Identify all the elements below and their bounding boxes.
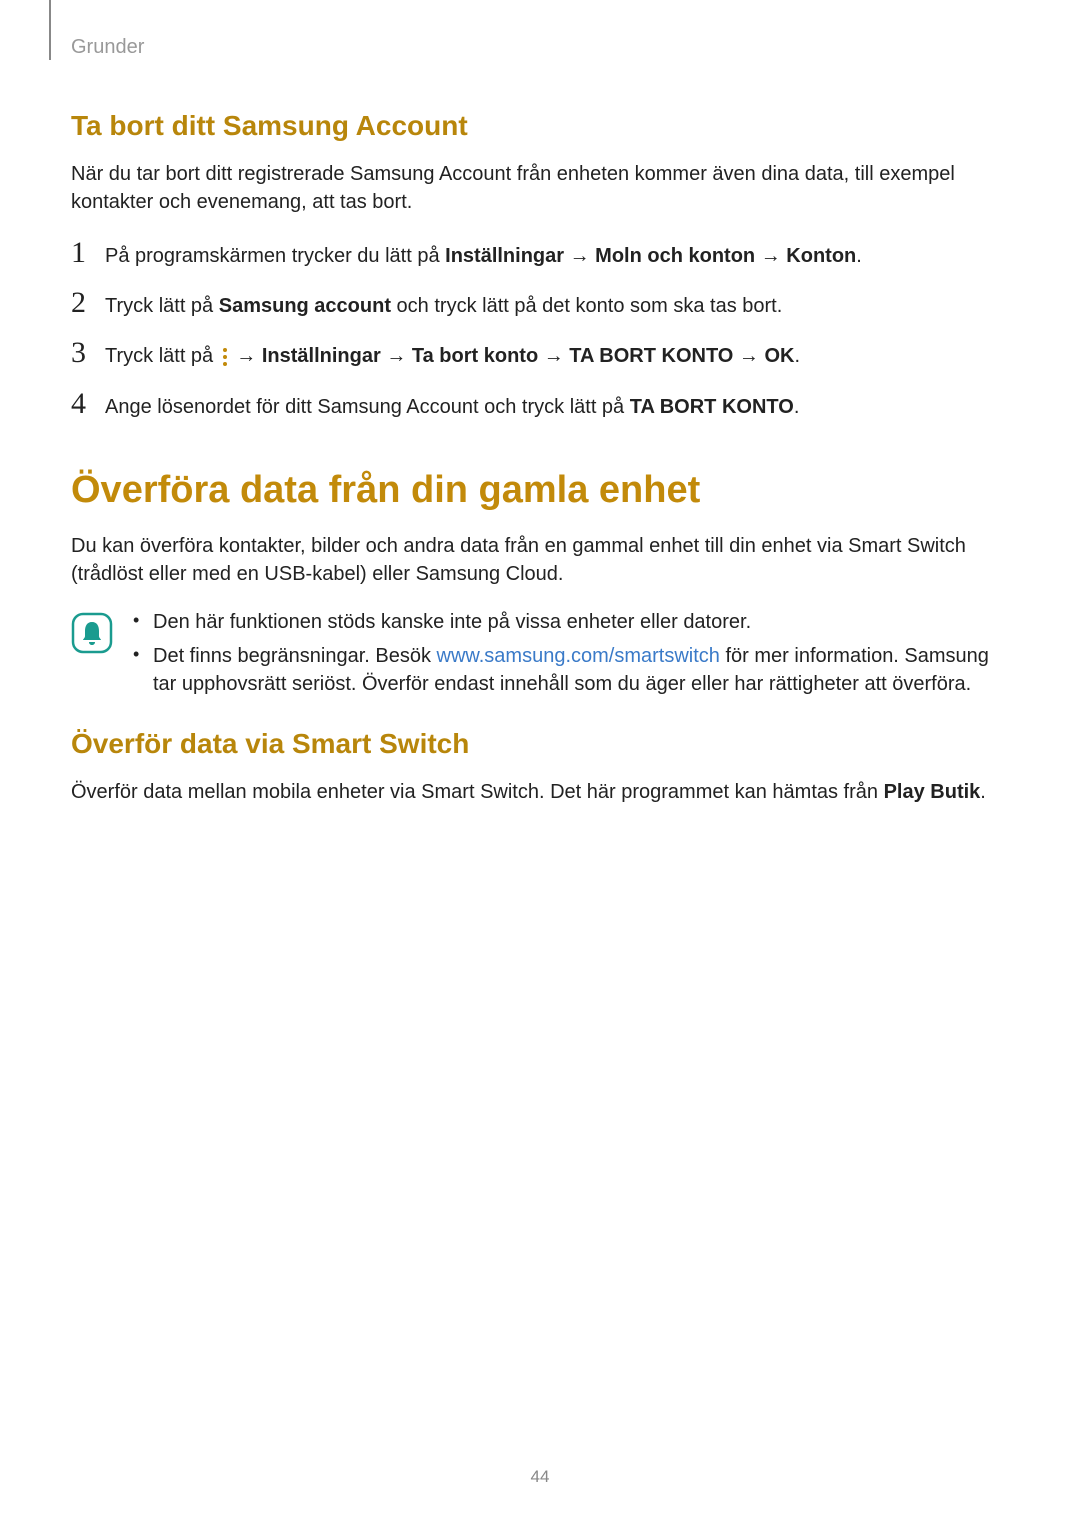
note-bell-icon bbox=[71, 612, 113, 659]
arrow: → bbox=[733, 345, 764, 367]
step-3: 3 Tryck lätt på → Inställningar → Ta bor… bbox=[71, 336, 1011, 371]
step-number: 4 bbox=[71, 387, 105, 421]
step-text: Tryck lätt på Samsung account och tryck … bbox=[105, 288, 782, 320]
text: Överför data mellan mobila enheter via S… bbox=[71, 781, 884, 803]
page-margin-rule bbox=[49, 0, 51, 60]
text: Tryck lätt på bbox=[105, 345, 219, 367]
step-number: 2 bbox=[71, 286, 105, 320]
note-bullet-2: • Det finns begränsningar. Besök www.sam… bbox=[133, 642, 1011, 698]
step-text: Ange lösenordet för ditt Samsung Account… bbox=[105, 389, 799, 421]
bold-text: Play Butik bbox=[884, 781, 981, 803]
header-chapter-label: Grunder bbox=[71, 36, 144, 59]
bullet-icon: • bbox=[133, 642, 153, 698]
note-bullet-1: • Den här funktionen stöds kanske inte p… bbox=[133, 608, 1011, 636]
bold-text: Konton bbox=[786, 245, 856, 267]
text: Ange lösenordet för ditt Samsung Account… bbox=[105, 396, 630, 418]
step-1: 1 På programskärmen trycker du lätt på I… bbox=[71, 236, 1011, 270]
step-2: 2 Tryck lätt på Samsung account och tryc… bbox=[71, 286, 1011, 320]
page-content: Ta bort ditt Samsung Account När du tar … bbox=[71, 100, 1011, 826]
step-number: 1 bbox=[71, 236, 105, 270]
bold-text: Samsung account bbox=[219, 295, 391, 317]
text: Det finns begränsningar. Besök bbox=[153, 645, 437, 667]
text: och tryck lätt på det konto som ska tas … bbox=[391, 295, 782, 317]
text: På programskärmen trycker du lätt på bbox=[105, 245, 445, 267]
arrow: → bbox=[381, 345, 412, 367]
bullet-icon: • bbox=[133, 608, 153, 636]
section-heading-remove-account: Ta bort ditt Samsung Account bbox=[71, 110, 1011, 142]
section1-intro: När du tar bort ditt registrerade Samsun… bbox=[71, 160, 1011, 216]
arrow: → bbox=[564, 245, 595, 267]
step-text: På programskärmen trycker du lätt på Ins… bbox=[105, 238, 862, 270]
section-heading-smart-switch: Överför data via Smart Switch bbox=[71, 728, 1011, 760]
bold-text: OK bbox=[764, 345, 794, 367]
text: . bbox=[794, 396, 800, 418]
step-text: Tryck lätt på → Inställningar → Ta bort … bbox=[105, 338, 800, 371]
bold-text: Inställningar bbox=[262, 345, 381, 367]
text: . bbox=[856, 245, 862, 267]
section2-paragraph: Överför data mellan mobila enheter via S… bbox=[71, 778, 1011, 806]
page-number: 44 bbox=[0, 1467, 1080, 1487]
page-title-transfer-data: Överföra data från din gamla enhet bbox=[71, 469, 1011, 512]
text: . bbox=[794, 345, 800, 367]
note-block: • Den här funktionen stöds kanske inte p… bbox=[71, 608, 1011, 704]
text: . bbox=[980, 781, 986, 803]
intro2-text: Du kan överföra kontakter, bilder och an… bbox=[71, 532, 1011, 588]
more-options-icon bbox=[219, 343, 231, 371]
bold-text: TA BORT KONTO bbox=[630, 396, 794, 418]
bold-text: Inställningar bbox=[445, 245, 564, 267]
bullet-text: Den här funktionen stöds kanske inte på … bbox=[153, 608, 751, 636]
text: Tryck lätt på bbox=[105, 295, 219, 317]
bold-text: TA BORT KONTO bbox=[569, 345, 733, 367]
bold-text: Moln och konton bbox=[595, 245, 755, 267]
smartswitch-link[interactable]: www.samsung.com/smartswitch bbox=[437, 645, 720, 667]
arrow: → bbox=[538, 345, 569, 367]
arrow: → bbox=[755, 245, 786, 267]
bold-text: Ta bort konto bbox=[412, 345, 538, 367]
bullet-text: Det finns begränsningar. Besök www.samsu… bbox=[153, 642, 1011, 698]
note-list: • Den här funktionen stöds kanske inte p… bbox=[133, 608, 1011, 704]
step-4: 4 Ange lösenordet för ditt Samsung Accou… bbox=[71, 387, 1011, 421]
arrow: → bbox=[231, 345, 262, 367]
step-number: 3 bbox=[71, 336, 105, 370]
